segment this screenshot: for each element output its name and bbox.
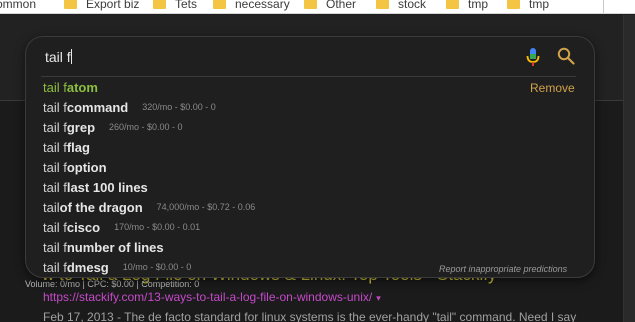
suggestion-completion: atom bbox=[66, 79, 98, 95]
bookmark-folder-tmp[interactable]: tmp bbox=[446, 0, 488, 13]
suggestion-completion: flag bbox=[66, 139, 90, 155]
suggestion-item[interactable]: tail of the dragon 74,000/mo - $0.72 - 0.… bbox=[43, 198, 255, 216]
suggestion-item[interactable]: tail f command 320/mo - $0.00 - 0 bbox=[43, 98, 216, 116]
suggestion-base: tail f bbox=[43, 179, 67, 195]
suggestion-item[interactable]: tail f number of lines bbox=[43, 238, 164, 256]
suggestion-item[interactable]: tail f option bbox=[43, 158, 107, 176]
folder-icon bbox=[376, 0, 389, 9]
microphone-icon[interactable] bbox=[524, 47, 542, 67]
suggestion-completion: option bbox=[66, 159, 107, 175]
page-scrollbar[interactable] bbox=[623, 15, 635, 322]
suggestion-item[interactable]: tail f cisco 170/mo - $0.00 - 0.01 bbox=[43, 218, 200, 236]
bookmark-item[interactable]: ommon bbox=[0, 0, 36, 13]
suggestion-base: tail f bbox=[43, 259, 67, 275]
suggestion-base: tail f bbox=[43, 79, 67, 95]
bookmark-label: tmp bbox=[529, 0, 550, 11]
folder-icon bbox=[446, 0, 459, 9]
suggestion-stats: 260/mo - $0.00 - 0 bbox=[109, 122, 183, 132]
folder-icon bbox=[213, 0, 226, 9]
bookmark-label: necessary bbox=[235, 0, 290, 11]
suggestion-base: tail f bbox=[43, 219, 67, 235]
search-query: tail f bbox=[45, 49, 71, 65]
suggestion-base: tail bbox=[43, 199, 60, 215]
result-snippet: Feb 17, 2013 - The de facto standard for… bbox=[43, 310, 577, 322]
folder-icon bbox=[153, 0, 166, 9]
suggestion-item[interactable]: tail f atom bbox=[43, 78, 98, 96]
suggestion-item[interactable]: tail f flag bbox=[43, 138, 90, 156]
report-predictions-link[interactable]: Report inappropriate predictions bbox=[439, 264, 567, 274]
bookmark-label: Other bbox=[326, 0, 357, 11]
suggestion-stats: 320/mo - $0.00 - 0 bbox=[142, 102, 216, 112]
suggestion-item[interactable]: tail f dmesg 10/mo - $0.00 - 0 bbox=[43, 258, 191, 276]
bookmark-label: ommon bbox=[0, 0, 37, 11]
suggestion-base: tail f bbox=[43, 139, 67, 155]
remove-suggestion-link[interactable]: Remove bbox=[530, 81, 575, 95]
suggestion-base: tail f bbox=[43, 119, 67, 135]
bookmark-folder-tets[interactable]: Tets bbox=[153, 0, 197, 13]
bookmark-folder-export-biz[interactable]: Export biz bbox=[64, 0, 139, 13]
bookmark-label: stock bbox=[398, 0, 427, 11]
bookmark-folder-stock[interactable]: stock bbox=[376, 0, 426, 13]
suggestion-completion: of the dragon bbox=[59, 199, 143, 215]
bookmark-folder-necessary[interactable]: necessary bbox=[213, 0, 290, 13]
suggestion-completion: last 100 lines bbox=[66, 179, 148, 195]
search-input[interactable]: tail f bbox=[45, 49, 72, 65]
folder-icon bbox=[64, 0, 77, 9]
suggestion-stats: 10/mo - $0.00 - 0 bbox=[122, 262, 192, 272]
search-suggestions-dropdown: tail f tail f atom Remove tail f command… bbox=[25, 36, 595, 278]
suggestion-item[interactable]: tail f last 100 lines bbox=[43, 178, 148, 196]
search-icon[interactable] bbox=[557, 47, 575, 65]
suggestion-stats: 170/mo - $0.00 - 0.01 bbox=[114, 222, 201, 232]
text-caret bbox=[70, 49, 72, 64]
result-keyword-meta: Volume: 0/mo | CPC: $0.00 | Competition:… bbox=[25, 279, 200, 289]
suggestion-stats: 74,000/mo - $0.72 - 0.06 bbox=[156, 202, 256, 212]
suggestion-completion: cisco bbox=[66, 219, 101, 235]
result-url-text: https://stackify.com/13-ways-to-tail-a-l… bbox=[43, 290, 373, 304]
bookmark-folder-tmp-2[interactable]: tmp bbox=[507, 0, 549, 13]
folder-icon bbox=[304, 0, 317, 9]
suggestion-completion: command bbox=[66, 99, 129, 115]
url-dropdown-icon[interactable]: ▾ bbox=[376, 293, 381, 303]
bookmarks-bar: ommon Export biz Tets necessary Other st… bbox=[0, 0, 635, 14]
suggestion-item[interactable]: tail f grep 260/mo - $0.00 - 0 bbox=[43, 118, 183, 136]
result-url[interactable]: https://stackify.com/13-ways-to-tail-a-l… bbox=[43, 290, 381, 304]
suggestion-base: tail f bbox=[43, 159, 67, 175]
folder-icon bbox=[507, 0, 520, 9]
bookmark-label: tmp bbox=[468, 0, 489, 11]
bookmark-label: Export biz bbox=[86, 0, 140, 11]
search-divider bbox=[41, 76, 576, 77]
bookmark-label: Tets bbox=[175, 0, 198, 11]
suggestion-base: tail f bbox=[43, 99, 67, 115]
suggestion-completion: number of lines bbox=[66, 239, 164, 255]
suggestion-completion: dmesg bbox=[66, 259, 109, 275]
suggestion-completion: grep bbox=[66, 119, 96, 135]
bookmarks-divider bbox=[603, 0, 604, 13]
bookmark-folder-other[interactable]: Other bbox=[304, 0, 356, 13]
suggestion-base: tail f bbox=[43, 239, 67, 255]
